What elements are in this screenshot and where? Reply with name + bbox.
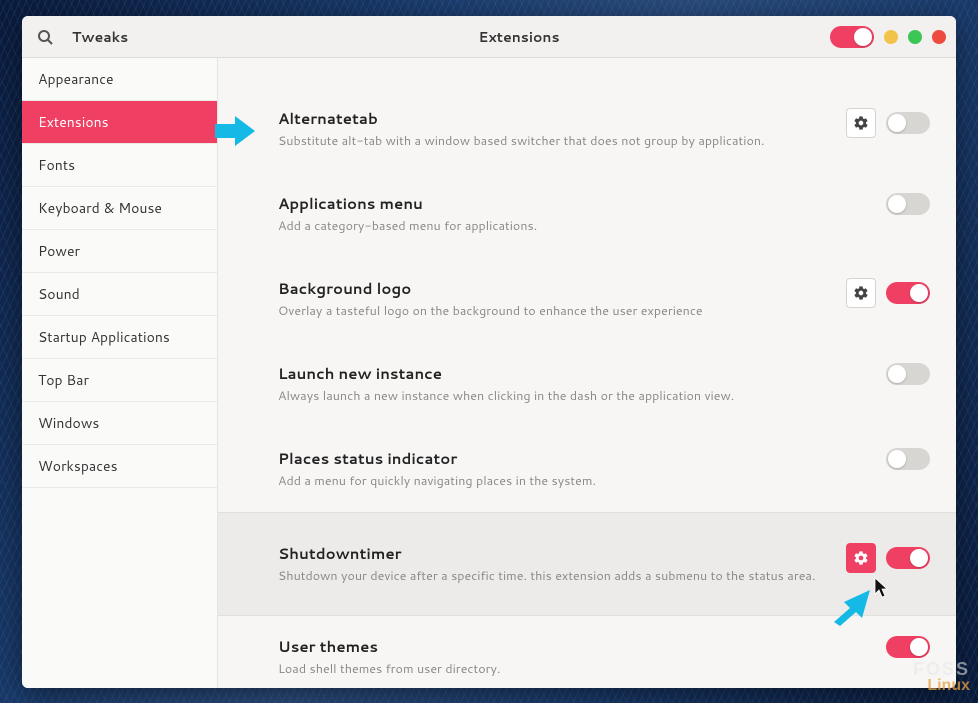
gear-icon xyxy=(853,285,869,301)
toggle-knob xyxy=(910,638,928,656)
extension-row: Places status indicator Add a menu for qu… xyxy=(278,428,930,513)
extension-title: Shutdowntimer xyxy=(278,543,830,564)
extension-row: Shutdowntimer Shutdown your device after … xyxy=(218,512,956,616)
extension-description: Shutdown your device after a specific ti… xyxy=(278,568,830,585)
sidebar-item-sound[interactable]: Sound xyxy=(22,273,217,316)
extension-text: User themes Load shell themes from user d… xyxy=(278,636,886,678)
sidebar-item-label: Startup Applications xyxy=(38,327,170,347)
extension-text: Applications menu Add a category-based me… xyxy=(278,193,886,235)
sidebar-item-label: Appearance xyxy=(38,69,114,89)
sidebar: Appearance Extensions Fonts Keyboard & Mous… xyxy=(22,58,218,688)
extension-toggle[interactable] xyxy=(886,282,930,304)
header-left: Tweaks xyxy=(32,24,208,50)
sidebar-item-top-bar[interactable]: Top Bar xyxy=(22,359,217,402)
sidebar-item-label: Power xyxy=(38,241,80,261)
app-title: Tweaks xyxy=(72,27,128,47)
extension-row: Alternatetab Substitute alt-tab with a wi… xyxy=(278,88,930,173)
sidebar-item-workspaces[interactable]: Workspaces xyxy=(22,445,217,488)
window-minimize-button[interactable] xyxy=(884,30,898,44)
header-right xyxy=(830,26,946,48)
extension-controls xyxy=(886,363,930,385)
extension-description: Always launch a new instance when clicki… xyxy=(278,388,870,405)
window-close-button[interactable] xyxy=(932,30,946,44)
extension-controls xyxy=(846,108,930,138)
extension-title: Launch new instance xyxy=(278,363,870,384)
extension-toggle[interactable] xyxy=(886,448,930,470)
search-icon xyxy=(37,29,53,45)
extension-toggle[interactable] xyxy=(886,636,930,658)
extension-description: Add a menu for quickly navigating places… xyxy=(278,473,870,490)
toggle-knob xyxy=(888,195,906,213)
sidebar-item-power[interactable]: Power xyxy=(22,230,217,273)
sidebar-item-label: Fonts xyxy=(38,155,75,175)
extension-row: Background logo Overlay a tasteful logo o… xyxy=(278,258,930,343)
extension-settings-button[interactable] xyxy=(846,543,876,573)
gear-icon xyxy=(853,115,869,131)
extension-toggle[interactable] xyxy=(886,363,930,385)
toggle-knob xyxy=(910,284,928,302)
extension-description: Add a category-based menu for applicatio… xyxy=(278,218,870,235)
sidebar-item-label: Sound xyxy=(38,284,80,304)
tweaks-window: Tweaks Extensions Appearance Extensions Fo… xyxy=(22,16,956,688)
toggle-knob xyxy=(888,365,906,383)
toggle-knob xyxy=(888,114,906,132)
extensions-content[interactable]: Alternatetab Substitute alt-tab with a wi… xyxy=(218,58,956,688)
extension-toggle[interactable] xyxy=(886,547,930,569)
window-body: Appearance Extensions Fonts Keyboard & Mous… xyxy=(22,58,956,688)
extension-settings-button[interactable] xyxy=(846,108,876,138)
extension-row: User themes Load shell themes from user d… xyxy=(278,616,930,688)
extension-toggle[interactable] xyxy=(886,193,930,215)
sidebar-item-keyboard-mouse[interactable]: Keyboard & Mouse xyxy=(22,187,217,230)
sidebar-item-windows[interactable]: Windows xyxy=(22,402,217,445)
toggle-knob xyxy=(888,450,906,468)
header-bar: Tweaks Extensions xyxy=(22,16,956,58)
extension-description: Substitute alt-tab with a window based s… xyxy=(278,133,830,150)
extension-description: Overlay a tasteful logo on the backgroun… xyxy=(278,303,830,320)
extension-title: Places status indicator xyxy=(278,448,870,469)
extension-title: Alternatetab xyxy=(278,108,830,129)
extension-title: Background logo xyxy=(278,278,830,299)
extension-controls xyxy=(846,278,930,308)
sidebar-item-label: Windows xyxy=(38,413,99,433)
sidebar-item-label: Top Bar xyxy=(38,370,89,390)
extension-controls xyxy=(886,193,930,215)
search-button[interactable] xyxy=(32,24,58,50)
gear-icon xyxy=(853,550,869,566)
sidebar-item-label: Workspaces xyxy=(38,456,118,476)
extension-text: Background logo Overlay a tasteful logo o… xyxy=(278,278,846,320)
extension-text: Shutdowntimer Shutdown your device after … xyxy=(278,543,846,585)
extension-text: Launch new instance Always launch a new i… xyxy=(278,363,886,405)
extension-controls xyxy=(846,543,930,573)
extension-controls xyxy=(886,636,930,658)
sidebar-item-fonts[interactable]: Fonts xyxy=(22,144,217,187)
sidebar-item-appearance[interactable]: Appearance xyxy=(22,58,217,101)
sidebar-item-startup-applications[interactable]: Startup Applications xyxy=(22,316,217,359)
extension-settings-button[interactable] xyxy=(846,278,876,308)
page-title: Extensions xyxy=(208,27,830,47)
extension-text: Places status indicator Add a menu for qu… xyxy=(278,448,886,490)
extension-controls xyxy=(886,448,930,470)
extension-title: User themes xyxy=(278,636,870,657)
extension-description: Load shell themes from user directory. xyxy=(278,661,870,678)
extension-title: Applications menu xyxy=(278,193,870,214)
sidebar-item-label: Keyboard & Mouse xyxy=(38,198,162,218)
extension-text: Alternatetab Substitute alt-tab with a wi… xyxy=(278,108,846,150)
sidebar-item-extensions[interactable]: Extensions xyxy=(22,101,217,144)
extension-toggle[interactable] xyxy=(886,112,930,134)
sidebar-item-label: Extensions xyxy=(38,112,109,132)
extension-row: Launch new instance Always launch a new i… xyxy=(278,343,930,428)
extensions-master-toggle[interactable] xyxy=(830,26,874,48)
extension-row: Applications menu Add a category-based me… xyxy=(278,173,930,258)
window-maximize-button[interactable] xyxy=(908,30,922,44)
toggle-knob xyxy=(910,549,928,567)
